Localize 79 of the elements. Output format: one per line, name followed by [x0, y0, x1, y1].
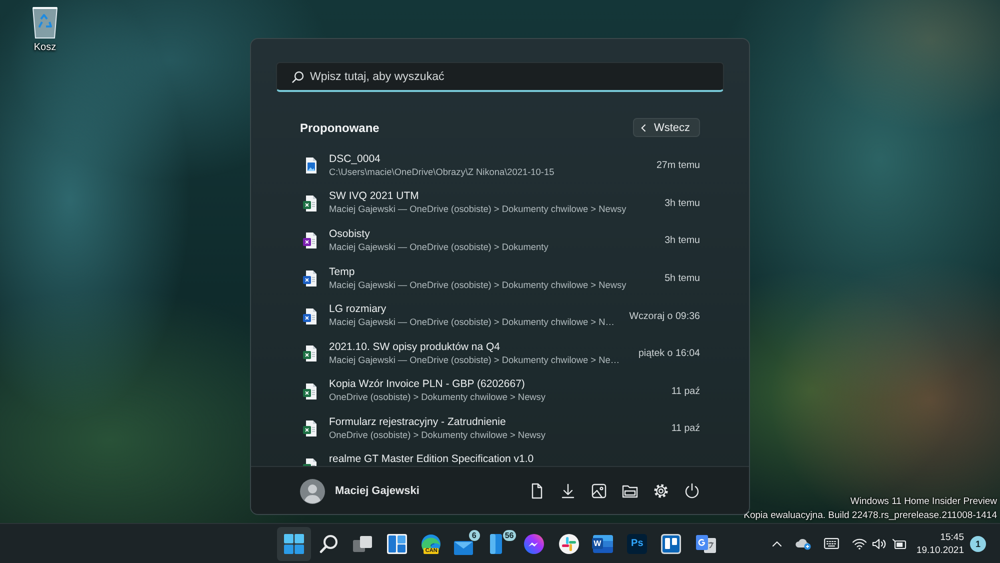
spreadsheet-file-icon	[303, 345, 317, 362]
keyboard-icon[interactable]	[824, 538, 840, 549]
clock-time[interactable]: 15:45	[940, 530, 964, 544]
desktop-icon-label[interactable]: Kosz	[34, 42, 56, 54]
file-path: OneDrive (osobiste) > Dokumenty chwilowe > Newsy	[329, 391, 546, 404]
translate-icon[interactable]	[696, 534, 716, 554]
search-icon	[292, 71, 304, 83]
picture-icon[interactable]	[591, 483, 607, 499]
hash-logo-icon[interactable]	[558, 534, 579, 554]
file-time: piątek o 16:04	[638, 348, 700, 360]
board-icon[interactable]	[661, 534, 682, 554]
taskbar-button[interactable]: Ps	[620, 526, 654, 560]
file-path: Maciej Gajewski — OneDrive (osobiste) > Dokumenty chwilowe > N…	[329, 316, 616, 330]
file-path: C:\Users\macie\OneDrive\Obrazy\Z Nikona\2021-10-15	[329, 166, 556, 179]
app-logo[interactable]: Ps	[627, 534, 648, 554]
build-info-text: Kopia ewaluacyjna. Build 22478.rs_prerelease.211008-1414	[744, 509, 997, 523]
wifi-icon[interactable]	[852, 538, 868, 550]
cloud-icon[interactable]	[795, 537, 812, 550]
build-info-text: Windows 11 Home Insider Preview	[850, 495, 997, 509]
file-name[interactable]: LG rozmiary	[329, 303, 624, 316]
file-path: Maciej Gajewski — OneDrive (osobiste) > Dokumenty	[329, 240, 550, 254]
search-icon[interactable]	[318, 534, 338, 554]
file-path: OneDrive (osobiste) > Dokumenty chwilowe > Newsy	[329, 428, 546, 442]
section-title: Proponowane	[300, 120, 380, 134]
file-name[interactable]: SW IVQ 2021 UTM	[329, 190, 660, 204]
notebook-file-icon	[303, 232, 317, 250]
file-path: Maciej Gajewski — OneDrive (osobiste) > Dokumenty chwilowe > Ne…	[329, 354, 621, 367]
back-button[interactable]: Wstecz	[632, 118, 700, 137]
chevron-left-icon	[640, 124, 646, 132]
file-path: Maciej Gajewski — OneDrive (osobiste) > Dokumenty chwilowe > Newsy	[329, 278, 628, 292]
file-time: 5h temu	[664, 273, 700, 284]
file-name[interactable]: Temp	[329, 266, 660, 279]
file-name[interactable]: DSC_0004	[329, 152, 652, 166]
spreadsheet-file-icon	[303, 382, 317, 400]
widgets-icon[interactable]	[387, 534, 408, 554]
file-time: 11 paź	[671, 386, 700, 397]
taskbar-button[interactable]: W	[586, 526, 620, 560]
notification-badge[interactable]: 1	[970, 536, 986, 552]
file-time: 27m temu	[656, 160, 700, 172]
file-name[interactable]: Formularz rejestracyjny - Zatrudnienie	[329, 416, 666, 429]
download-icon[interactable]	[560, 483, 576, 499]
file-name[interactable]: Kopia Wzór Invoice PLN - GBP (6202667)	[329, 378, 666, 392]
image-file-icon	[303, 157, 317, 174]
file-name[interactable]: Osobisty	[329, 228, 660, 241]
taskbar-button[interactable]: 6	[448, 526, 483, 560]
spreadsheet-file-icon	[303, 458, 317, 466]
file-name[interactable]: 2021.10. SW opisy produktów na Q4	[329, 340, 634, 354]
document-file-icon	[303, 308, 317, 325]
phone-icon[interactable]	[490, 534, 502, 554]
start-icon[interactable]	[284, 534, 304, 554]
spreadsheet-file-icon	[303, 194, 317, 212]
settings-icon[interactable]	[653, 483, 669, 499]
file-path: Maciej Gajewski — OneDrive (osobiste) > Dokumenty chwilowe > Newsy	[329, 203, 628, 216]
file-name[interactable]: realme GT Master Edition Specification v1.0	[329, 452, 700, 466]
power-icon[interactable]	[684, 483, 700, 499]
spreadsheet-file-icon	[303, 420, 317, 438]
user-avatar[interactable]	[300, 478, 325, 504]
user-name[interactable]: Maciej Gajewski	[335, 485, 420, 497]
chat-bubble-icon[interactable]	[524, 534, 544, 554]
app-logo[interactable]: W	[592, 534, 613, 552]
task-view-icon[interactable]	[352, 534, 373, 554]
file-time: 11 paź	[671, 423, 700, 434]
chevron-up-icon[interactable]	[772, 540, 782, 546]
taskbar-button[interactable]	[277, 526, 312, 560]
taskbar-button[interactable]: 56	[482, 526, 518, 560]
battery-plug-icon[interactable]	[892, 538, 908, 550]
document-icon[interactable]	[529, 483, 545, 499]
speaker-icon[interactable]	[872, 538, 888, 550]
recycle-bin-icon[interactable]	[31, 5, 59, 39]
folder-icon[interactable]	[622, 483, 638, 499]
document-file-icon	[303, 270, 317, 288]
search-field[interactable]: Wpisz tutaj, aby wyszukać	[276, 62, 724, 92]
notification-badge: 6	[468, 530, 480, 540]
file-time: 3h temu	[664, 198, 700, 209]
notification-badge: 56	[502, 530, 516, 540]
file-time: 3h temu	[664, 235, 700, 246]
file-time: Wczoraj o 09:36	[629, 310, 700, 322]
mail-icon[interactable]	[454, 541, 474, 555]
clock-date[interactable]: 19.10.2021	[916, 544, 964, 556]
